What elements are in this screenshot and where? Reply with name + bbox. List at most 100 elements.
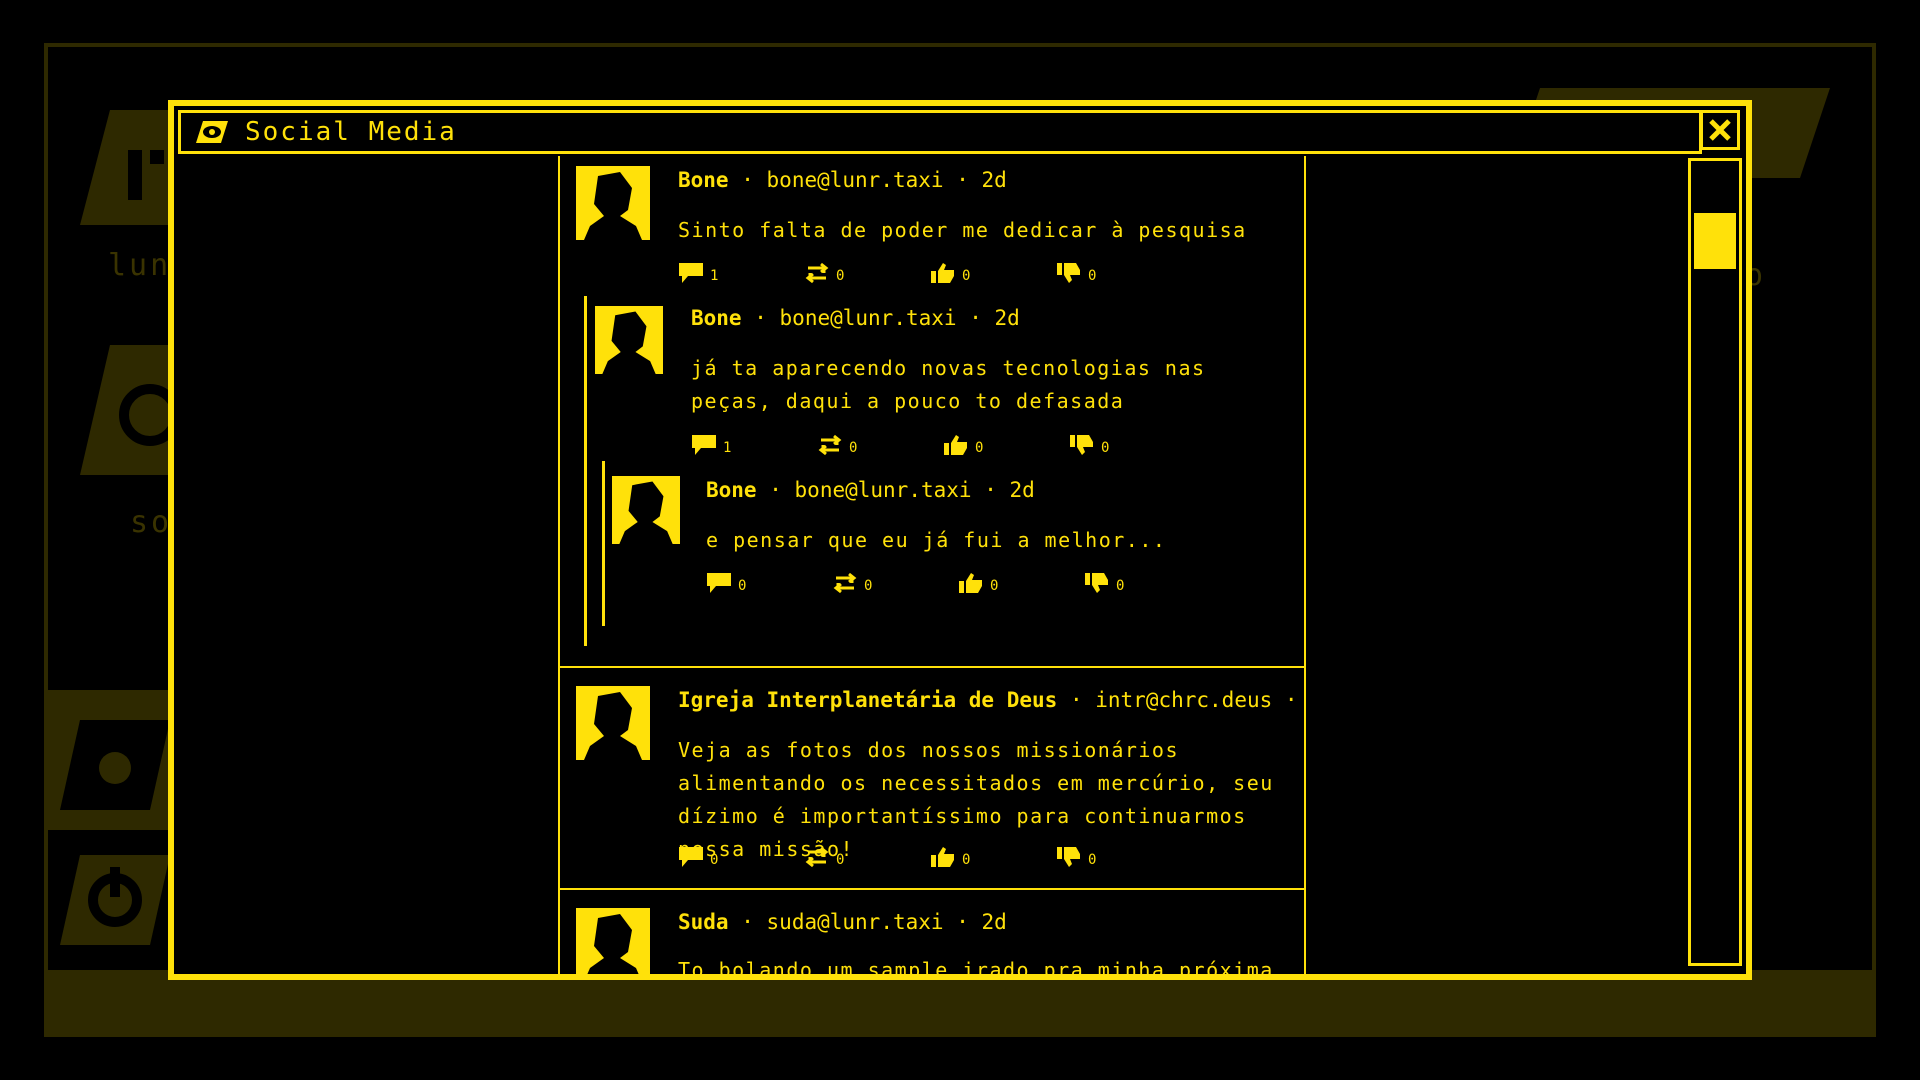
scrollbar[interactable] bbox=[1688, 158, 1742, 966]
author-name[interactable]: Bone bbox=[678, 168, 729, 192]
author-handle[interactable]: suda@lunr.taxi bbox=[767, 910, 944, 934]
repost-button[interactable]: 0 bbox=[832, 572, 958, 594]
comment-count: 1 bbox=[710, 268, 719, 284]
post-meta: Bone · bone@lunr.taxi · 2d bbox=[706, 478, 1035, 502]
comment-button[interactable]: 0 bbox=[678, 846, 804, 868]
comment-icon bbox=[679, 263, 703, 283]
avatar-icon bbox=[587, 914, 639, 974]
post-text: To bolando um sample irado pra minha pró… bbox=[678, 958, 1274, 974]
comment-icon bbox=[679, 847, 703, 867]
post-age: 2d bbox=[994, 306, 1020, 330]
comment-count: 0 bbox=[738, 578, 747, 594]
repost-icon bbox=[833, 572, 857, 594]
dislike-count: 0 bbox=[1101, 440, 1110, 456]
author-name[interactable]: Bone bbox=[706, 478, 757, 502]
comment-button[interactable]: 1 bbox=[691, 434, 817, 456]
post-age: 2d bbox=[981, 168, 1007, 192]
dislike-icon bbox=[1070, 435, 1093, 455]
post-actions: 1 0 0 0 bbox=[678, 262, 1182, 284]
power-icon[interactable] bbox=[60, 855, 170, 949]
dislike-icon bbox=[1057, 847, 1080, 867]
avatar-icon bbox=[584, 692, 642, 760]
thread-line bbox=[602, 461, 605, 626]
repost-button[interactable]: 0 bbox=[817, 434, 943, 456]
post-card: Bone · bone@lunr.taxi · 2d Sinto falta d… bbox=[560, 156, 1304, 668]
like-count: 0 bbox=[962, 852, 971, 868]
avatar[interactable] bbox=[612, 476, 680, 544]
repost-button[interactable]: 0 bbox=[804, 846, 930, 868]
avatar[interactable] bbox=[576, 908, 650, 974]
post-actions: 1 0 0 0 bbox=[691, 434, 1195, 456]
like-button[interactable]: 0 bbox=[958, 572, 1084, 594]
save-icon bbox=[60, 720, 170, 814]
author-handle[interactable]: bone@lunr.taxi bbox=[780, 306, 957, 330]
like-icon bbox=[931, 847, 954, 867]
author-name[interactable]: Bone bbox=[691, 306, 742, 330]
post-meta: Suda · suda@lunr.taxi · 2d bbox=[678, 910, 1007, 934]
post-age: 2d bbox=[981, 910, 1007, 934]
comment-button[interactable]: 0 bbox=[706, 572, 832, 594]
avatar[interactable] bbox=[595, 306, 663, 374]
post-meta: Igreja Interplanetária de Deus · intr@ch… bbox=[678, 688, 1298, 712]
repost-button[interactable]: 0 bbox=[804, 262, 930, 284]
dislike-count: 0 bbox=[1088, 852, 1097, 868]
like-count: 0 bbox=[990, 578, 999, 594]
feed[interactable]: Bone · bone@lunr.taxi · 2d Sinto falta d… bbox=[558, 156, 1306, 974]
like-icon bbox=[959, 573, 982, 593]
desktop-label-social: so bbox=[130, 505, 173, 540]
dislike-count: 0 bbox=[1116, 578, 1125, 594]
avatar[interactable] bbox=[576, 686, 650, 760]
avatar-icon bbox=[584, 172, 642, 240]
post-text: e pensar que eu já fui a melhor... bbox=[706, 528, 1167, 552]
like-icon bbox=[931, 263, 954, 283]
dislike-button[interactable]: 0 bbox=[1056, 846, 1182, 868]
avatar[interactable] bbox=[576, 166, 650, 240]
like-button[interactable]: 0 bbox=[943, 434, 1069, 456]
window-title: Social Media bbox=[245, 117, 457, 147]
author-name[interactable]: Igreja Interplanetária de Deus bbox=[678, 688, 1057, 712]
avatar-icon bbox=[602, 311, 656, 374]
post-card: Igreja Interplanetária de Deus · intr@ch… bbox=[560, 668, 1304, 890]
dislike-count: 0 bbox=[1088, 268, 1097, 284]
social-media-window: Social Media Bone · bone@lunr.taxi · 2d … bbox=[168, 100, 1752, 980]
dislike-button[interactable]: 0 bbox=[1056, 262, 1182, 284]
thread-line bbox=[584, 296, 587, 646]
repost-icon bbox=[818, 434, 842, 456]
author-name[interactable]: Suda bbox=[678, 910, 729, 934]
author-handle[interactable]: bone@lunr.taxi bbox=[767, 168, 944, 192]
author-handle[interactable]: intr@chrc.deus bbox=[1095, 688, 1272, 712]
repost-count: 0 bbox=[849, 440, 858, 456]
taskbar bbox=[44, 970, 1876, 1037]
repost-icon bbox=[805, 262, 829, 284]
scrollbar-thumb[interactable] bbox=[1694, 213, 1736, 269]
post-meta: Bone · bone@lunr.taxi · 2d bbox=[691, 306, 1020, 330]
repost-icon bbox=[805, 846, 829, 868]
like-button[interactable]: 0 bbox=[930, 846, 1056, 868]
close-button[interactable] bbox=[1700, 110, 1740, 150]
post-text: já ta aparecendo novas tecnologias nas p… bbox=[691, 356, 1206, 413]
comment-button[interactable]: 1 bbox=[678, 262, 804, 284]
post-text: Sinto falta de poder me dedicar à pesqui… bbox=[678, 218, 1247, 242]
author-handle[interactable]: bone@lunr.taxi bbox=[795, 478, 972, 502]
dislike-icon bbox=[1057, 263, 1080, 283]
titlebar[interactable]: Social Media bbox=[178, 110, 1702, 154]
like-count: 0 bbox=[962, 268, 971, 284]
repost-count: 0 bbox=[836, 268, 845, 284]
post-meta: Bone · bone@lunr.taxi · 2d bbox=[678, 168, 1007, 192]
post-actions: 0 0 0 0 bbox=[706, 572, 1210, 594]
comment-count: 0 bbox=[710, 852, 719, 868]
like-icon bbox=[944, 435, 967, 455]
post-actions: 0 0 0 0 bbox=[678, 846, 1182, 868]
comment-icon bbox=[692, 435, 716, 455]
avatar-icon bbox=[619, 481, 673, 544]
dislike-button[interactable]: 0 bbox=[1084, 572, 1210, 594]
comment-icon bbox=[707, 573, 731, 593]
like-button[interactable]: 0 bbox=[930, 262, 1056, 284]
post-card: Suda · suda@lunr.taxi · 2d To bolando um… bbox=[560, 890, 1304, 974]
comment-count: 1 bbox=[723, 440, 732, 456]
dislike-button[interactable]: 0 bbox=[1069, 434, 1195, 456]
post-age: 2d bbox=[1009, 478, 1035, 502]
like-count: 0 bbox=[975, 440, 984, 456]
dislike-icon bbox=[1085, 573, 1108, 593]
repost-count: 0 bbox=[836, 852, 845, 868]
